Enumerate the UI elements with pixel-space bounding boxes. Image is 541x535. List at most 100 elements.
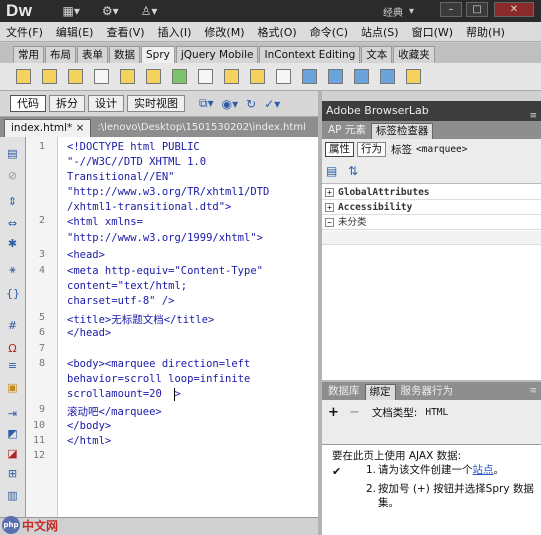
add-binding-button[interactable]: + [328,405,339,420]
spry-confirm-icon[interactable] [250,69,265,84]
category-row[interactable]: + GlobalAttributes [322,186,541,200]
maximize-button[interactable]: □ [466,2,488,17]
document-tab[interactable]: index.html* × [4,119,92,137]
spry-repeat-list-icon[interactable] [94,69,109,84]
collapse-selection-icon[interactable]: ⇔ [6,217,19,230]
close-tab-icon[interactable]: × [76,122,85,134]
insert-tab-data[interactable]: 数据 [109,46,140,63]
expand-all-icon[interactable]: ✱ [6,237,19,250]
site-link[interactable]: 站点 [473,464,494,476]
word-wrap-icon[interactable]: ≡ [6,359,19,372]
category-row[interactable]: − 未分类 [322,216,541,230]
menu-commands[interactable]: 命令(C) [310,24,348,40]
code-editor[interactable]: <!DOCTYPE html PUBLIC "-//W3C//DTD XHTML… [58,137,318,517]
menu-format[interactable]: 格式(O) [257,24,296,40]
validate-icon[interactable]: ✓▾ [264,97,280,111]
spry-repeat-icon[interactable] [68,69,83,84]
live-view-button[interactable]: 实时视图 [127,95,185,112]
browserlab-panel-header[interactable]: Adobe BrowserLab ≡ [322,101,541,121]
highlight-invalid-icon[interactable]: Ω [6,342,19,355]
tab-ap-elements[interactable]: AP 元素 [324,123,370,139]
panel-menu-icon[interactable]: ≡ [529,386,537,396]
design-view-button[interactable]: 设计 [88,95,124,112]
show-code-navigator-icon[interactable]: ⊘ [6,169,19,182]
behaviors-button[interactable]: 行为 [357,141,386,157]
spry-password-icon[interactable] [224,69,239,84]
code-line: </head> [67,327,112,339]
spry-collapsible-icon[interactable] [380,69,395,84]
menu-window[interactable]: 窗口(W) [412,24,453,40]
spry-menubar-icon[interactable] [302,69,317,84]
insert-tab-incontext[interactable]: InContext Editing [259,46,361,63]
spry-textfield-icon[interactable] [120,69,135,84]
insert-tab-favorites[interactable]: 收藏夹 [393,46,435,63]
split-view-button[interactable]: 拆分 [49,95,85,112]
insert-tab-forms[interactable]: 表单 [77,46,108,63]
tab-databases[interactable]: 数据库 [324,384,364,400]
recent-snippets-icon[interactable]: ▥ [6,489,19,502]
spry-tabbed-panels-icon[interactable] [328,69,343,84]
attribute-list: + GlobalAttributes + Accessibility − 未分类 [322,184,541,380]
insert-tab-jquery-mobile[interactable]: jQuery Mobile [175,46,259,63]
spry-region-icon[interactable] [42,69,57,84]
menu-insert[interactable]: 插入(I) [158,24,192,40]
syntax-coloring-icon[interactable]: ▣ [6,381,19,394]
line-number: 1 [38,141,45,152]
collapse-icon[interactable]: − [325,218,334,227]
insert-tabs: 常用 布局 表单 数据 Spry jQuery Mobile InContext… [0,43,541,63]
spry-checkbox-icon[interactable] [172,69,187,84]
spry-accordion-icon[interactable] [354,69,369,84]
insert-tab-layout[interactable]: 布局 [45,46,76,63]
auto-indent-icon[interactable]: ⇥ [6,407,19,420]
insert-tab-spry[interactable]: Spry [141,46,175,63]
step-1-end: 。 [493,464,505,476]
remove-comment-icon[interactable]: ◪ [6,447,19,460]
menu-help[interactable]: 帮助(H) [466,24,505,40]
spry-textarea-icon[interactable] [146,69,161,84]
ajax-title: 要在此页上使用 AJAX 数据: [332,450,462,462]
expand-icon[interactable]: + [325,188,334,197]
multiscreen-icon[interactable]: ⧉▾ [199,96,214,111]
menu-view[interactable]: 查看(V) [106,24,144,40]
line-numbers-icon[interactable]: # [6,319,19,332]
insert-tab-common[interactable]: 常用 [13,46,44,63]
tab-server-behaviors[interactable]: 服务器行为 [397,384,458,400]
menu-edit[interactable]: 编辑(E) [56,24,94,40]
line-number: 3 [38,249,45,260]
expand-icon[interactable]: + [325,203,334,212]
category-row[interactable]: + Accessibility [322,201,541,215]
workspace-switcher[interactable]: 经典 ▾ [383,2,429,20]
spry-dataset-icon[interactable] [16,69,31,84]
category-view-icon[interactable]: ▤ [326,164,337,178]
tab-bindings[interactable]: 绑定 [364,384,396,400]
select-parent-tag-icon[interactable]: ⚹ [6,263,19,276]
remove-binding-button[interactable]: − [349,405,360,420]
sort-az-icon[interactable]: ⇅ [348,164,358,178]
collapse-tag-icon[interactable]: ⇕ [6,195,19,208]
layout-icon[interactable]: ▦▾ [63,4,80,18]
line-number: 6 [38,327,45,338]
refresh-icon[interactable]: ↻ [246,97,256,111]
menu-modify[interactable]: 修改(M) [204,24,244,40]
menu-file[interactable]: 文件(F) [6,24,43,40]
spry-radio-icon[interactable] [276,69,291,84]
open-documents-icon[interactable]: ▤ [6,147,19,160]
apply-comment-icon[interactable]: ◩ [6,427,19,440]
check-icon: ✔ [332,465,342,478]
code-view-button[interactable]: 代码 [10,95,46,112]
tab-tag-inspector[interactable]: 标签检查器 [370,123,434,139]
wrap-tag-icon[interactable]: ⊞ [6,467,19,480]
gear-icon[interactable]: ⚙▾ [102,4,119,18]
menu-site[interactable]: 站点(S) [361,24,399,40]
menu-bar: 文件(F) 编辑(E) 查看(V) 插入(I) 修改(M) 格式(O) 命令(C… [0,22,541,42]
minimize-button[interactable]: – [440,2,462,17]
close-button[interactable]: ✕ [494,2,534,17]
balance-braces-icon[interactable]: {} [6,287,20,300]
insert-tab-text[interactable]: 文本 [361,46,393,63]
preview-browser-icon[interactable]: ◉▾ [222,97,239,111]
line-number: 5 [38,312,45,323]
attributes-button[interactable]: 属性 [325,141,354,157]
spry-tooltip-icon[interactable] [406,69,421,84]
user-icon[interactable]: ♙▾ [141,4,158,18]
spry-select-icon[interactable] [198,69,213,84]
